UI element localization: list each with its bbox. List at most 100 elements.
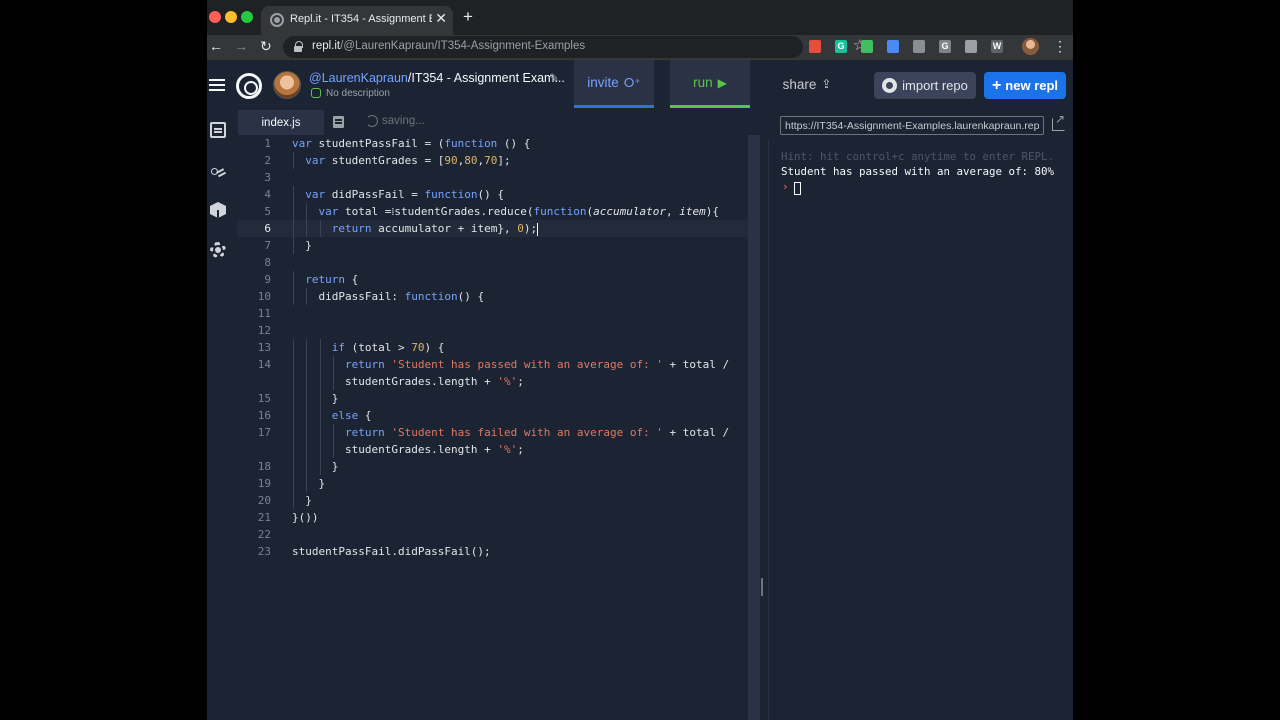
invite-button[interactable]: invite ⵔ⁺ [574, 60, 654, 108]
edit-pencil-icon[interactable]: ✎ [549, 71, 559, 85]
code-line[interactable]: 22 [237, 526, 748, 543]
line-number: 16 [257, 409, 271, 422]
gray-extension-icon[interactable] [913, 40, 925, 53]
code-line[interactable]: 17 return 'Student has failed with an ave… [237, 424, 748, 441]
code-text: } [305, 239, 312, 252]
line-number: 7 [264, 239, 271, 252]
close-window-button[interactable] [209, 11, 221, 23]
code-line[interactable]: 14 return 'Student has passed with an ave… [237, 356, 748, 373]
code-editor[interactable]: 1 var studentPassFail = (function () {2 va… [237, 135, 748, 720]
code-line[interactable]: 5 var total =⁞studentGrades.reduce(functi… [237, 203, 748, 220]
w-extension-icon[interactable]: W [991, 40, 1003, 53]
code-line[interactable]: 9 return { [237, 271, 748, 288]
line-number: 9 [264, 273, 271, 286]
green-extension-icon[interactable] [861, 40, 873, 53]
repl-header: @LaurenKapraun/IT354 - Assignment Exam..… [207, 60, 1073, 110]
indent-guide [293, 237, 294, 254]
forward-arrow-icon[interactable]: → [234, 38, 248, 54]
red-extension-icon[interactable] [809, 40, 821, 53]
code-line[interactable]: studentGrades.length + '%'; [237, 373, 748, 390]
settings-gear-icon[interactable] [210, 242, 226, 258]
packages-cube-icon[interactable] [210, 202, 226, 218]
code-line[interactable]: 16 else { [237, 407, 748, 424]
repl-title[interactable]: @LaurenKapraun/IT354 - Assignment Exam..… [309, 71, 565, 85]
line-number: 2 [264, 154, 271, 167]
open-in-new-tab-icon[interactable] [1052, 112, 1065, 131]
github-icon [882, 78, 898, 93]
code-text: studentPassFail.didPassFail(); [292, 545, 491, 558]
code-line[interactable]: 12 [237, 322, 748, 339]
lock-icon [294, 41, 303, 52]
sidebar-rail [207, 110, 237, 720]
code-line[interactable]: 18} [237, 458, 748, 475]
run-button[interactable]: run ▶ [670, 60, 750, 108]
code-line[interactable]: 2 var studentGrades = [90,80,70]; [237, 152, 748, 169]
replit-logo-icon[interactable] [236, 73, 262, 99]
indent-guide [319, 356, 321, 373]
repl-url-field[interactable] [780, 116, 1044, 135]
code-text: return accumulator + item}, 0); [331, 222, 539, 236]
indent-guide [293, 373, 294, 390]
code-line[interactable]: 21}()) [237, 509, 748, 526]
files-icon[interactable] [210, 122, 226, 138]
indent-guide [319, 441, 321, 458]
back-arrow-icon[interactable]: ← [209, 38, 223, 54]
indent-guide [319, 390, 321, 407]
indent-guide [293, 339, 294, 356]
console[interactable]: Hint: hit control+c anytime to enter REP… [768, 140, 1073, 720]
new-repl-button[interactable]: + new repl [984, 72, 1066, 99]
code-line[interactable]: 20} [237, 492, 748, 509]
repl-description[interactable]: No description [326, 88, 390, 99]
invite-label: invite [587, 75, 619, 90]
code-line[interactable]: 23 studentPassFail.didPassFail(); [237, 543, 748, 560]
code-text: return 'Student has failed with an avera… [345, 426, 730, 439]
code-line[interactable]: 7} [237, 237, 748, 254]
repl-owner-link[interactable]: @LaurenKapraun [309, 71, 408, 85]
indent-guide [293, 441, 294, 458]
screen: Repl.it - IT354 - Assignment Examples ✕ … [207, 0, 1073, 720]
file-menu-icon[interactable] [333, 116, 344, 128]
indent-guide [319, 220, 321, 237]
code-line[interactable]: 1 var studentPassFail = (function () { [237, 135, 748, 152]
code-text: } [331, 392, 339, 405]
indent-guide [306, 424, 308, 441]
code-line[interactable]: 6 return accumulator + item}, 0); [237, 220, 748, 237]
g-extension-icon[interactable]: G [939, 40, 951, 53]
tab-title: Repl.it - IT354 - Assignment Examples [290, 13, 432, 25]
close-tab-icon[interactable]: ✕ [435, 10, 447, 27]
code-line[interactable]: studentGrades.length + '%'; [237, 441, 748, 458]
code-line[interactable]: 4 var didPassFail = function() { [237, 186, 748, 203]
new-tab-button[interactable]: + [463, 7, 473, 27]
user-avatar[interactable] [273, 71, 301, 99]
import-repo-button[interactable]: import repo [874, 72, 976, 99]
share-button[interactable]: share ⇪ [767, 60, 847, 108]
address-bar[interactable]: repl.it/@LaurenKapraun/IT354-Assignment-… [283, 36, 866, 58]
indent-guide [293, 390, 294, 407]
code-line[interactable]: 3 [237, 169, 748, 186]
grammarly-extension-icon[interactable]: G [835, 40, 847, 53]
minimize-window-button[interactable] [225, 11, 237, 23]
code-line[interactable]: 8 [237, 254, 748, 271]
pane-resize-handle[interactable] [761, 578, 763, 596]
indent-guide [319, 458, 321, 475]
reload-icon[interactable]: ↻ [260, 38, 272, 55]
profile-avatar[interactable] [1022, 38, 1039, 55]
code-line[interactable]: 13 if (total > 70) { [237, 339, 748, 356]
indent-guide [306, 390, 308, 407]
code-line[interactable]: 15} [237, 390, 748, 407]
indent-guide [293, 407, 294, 424]
code-line[interactable]: 10 didPassFail: function() { [237, 288, 748, 305]
blue-extension-icon[interactable] [887, 40, 899, 53]
indent-guide [306, 220, 308, 237]
gray-square-extension-icon[interactable] [965, 40, 977, 53]
browser-tab[interactable]: Repl.it - IT354 - Assignment Examples ✕ [261, 6, 453, 35]
code-line[interactable]: 19} [237, 475, 748, 492]
maximize-window-button[interactable] [241, 11, 253, 23]
file-tab-index-js[interactable]: index.js [238, 110, 324, 135]
hamburger-menu-icon[interactable] [209, 79, 225, 91]
code-line[interactable]: 11 [237, 305, 748, 322]
code-text: else { [331, 409, 372, 422]
editor-scrollbar[interactable] [748, 135, 760, 720]
version-control-icon[interactable] [210, 162, 226, 178]
browser-menu-icon[interactable]: ⋮ [1053, 38, 1067, 55]
